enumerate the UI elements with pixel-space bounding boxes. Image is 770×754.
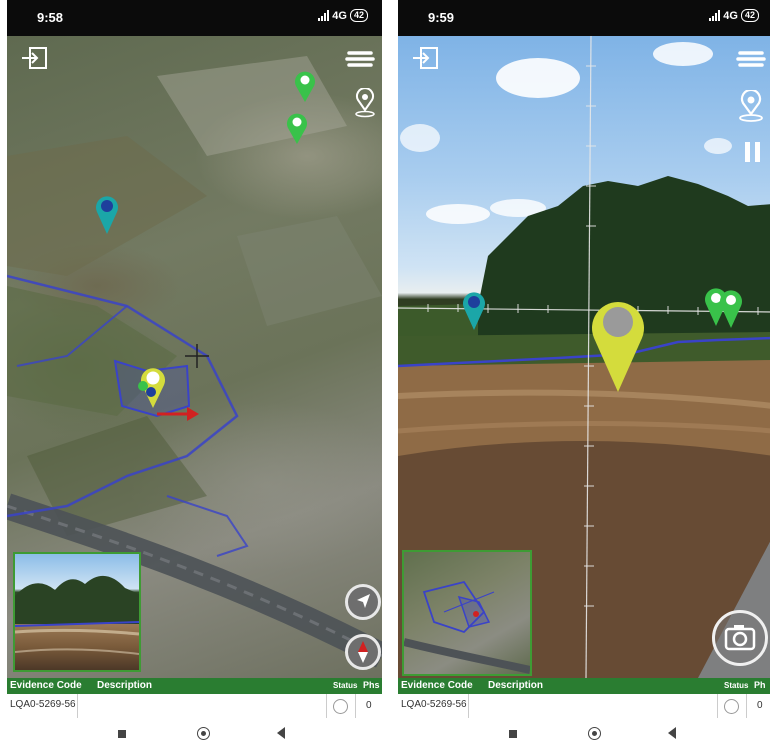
cloud bbox=[400, 124, 440, 152]
status-bar: 9:58 4G 42 bbox=[7, 0, 382, 36]
exit-icon[interactable] bbox=[21, 46, 49, 72]
cloud bbox=[653, 42, 713, 66]
pause-icon[interactable] bbox=[742, 140, 764, 164]
clock: 9:59 bbox=[428, 10, 455, 25]
table-row[interactable]: LQA0-5269-56 0 bbox=[7, 694, 382, 719]
camera-icon bbox=[724, 625, 756, 651]
back-icon[interactable] bbox=[277, 727, 285, 739]
column-evidence-code[interactable]: Evidence Code bbox=[401, 680, 473, 691]
cloud bbox=[426, 204, 490, 224]
compass-arrow-icon bbox=[357, 594, 370, 608]
location-pin-icon[interactable] bbox=[736, 90, 766, 122]
status-indicator[interactable] bbox=[333, 699, 348, 714]
recents-icon[interactable] bbox=[509, 730, 517, 738]
location-pin-icon[interactable] bbox=[353, 88, 377, 118]
marker-green-icon bbox=[287, 113, 307, 144]
battery-level: 42 bbox=[740, 9, 759, 22]
phone-screen-map: 9:58 4G 42 Evidence Code Description Sta… bbox=[7, 0, 382, 754]
navigate-button[interactable] bbox=[345, 584, 381, 620]
column-status[interactable]: Status bbox=[724, 681, 748, 690]
system-nav-bar bbox=[7, 718, 382, 754]
phase-count: 0 bbox=[366, 700, 372, 711]
camera-button[interactable] bbox=[712, 610, 768, 666]
column-divider bbox=[326, 694, 327, 718]
system-nav-bar bbox=[398, 718, 770, 754]
clock: 9:58 bbox=[37, 10, 64, 25]
column-status[interactable]: Status bbox=[333, 681, 357, 690]
compass-needle-icon bbox=[358, 641, 368, 663]
column-description[interactable]: Description bbox=[488, 680, 543, 691]
column-divider bbox=[468, 694, 469, 718]
column-divider bbox=[355, 694, 356, 718]
column-phase[interactable]: Ph bbox=[754, 680, 766, 690]
marker-green-small-icon bbox=[138, 381, 148, 391]
table-header: Evidence Code Description Status Phs bbox=[7, 678, 382, 694]
minimap-image bbox=[404, 580, 530, 674]
parcel-boundary bbox=[166, 495, 249, 557]
cloud bbox=[496, 58, 580, 98]
evidence-table: Evidence Code Description Status Phs LQA… bbox=[7, 678, 382, 719]
signal-indicator: 4G 42 bbox=[709, 9, 759, 22]
table-row[interactable]: LQA0-5269-56 0 bbox=[398, 694, 770, 719]
home-icon[interactable] bbox=[197, 727, 210, 740]
network-type: 4G bbox=[332, 9, 347, 22]
satellite-map[interactable] bbox=[7, 36, 382, 678]
signal-indicator: 4G 42 bbox=[318, 9, 368, 22]
network-type: 4G bbox=[723, 9, 738, 22]
status-bar: 9:59 4G 42 bbox=[398, 0, 770, 36]
ar-preview-image bbox=[15, 575, 139, 655]
recents-icon[interactable] bbox=[118, 730, 126, 738]
phone-screen-ar: 9:59 4G 42 Evidence Code Description Sta… bbox=[398, 0, 770, 754]
phase-count: 0 bbox=[757, 700, 763, 711]
signal-bars-icon bbox=[709, 10, 721, 21]
ar-preview-thumbnail[interactable] bbox=[13, 552, 141, 672]
evidence-table: Evidence Code Description Status Ph LQA0… bbox=[398, 678, 770, 719]
heading-arrow-icon bbox=[187, 407, 199, 421]
back-icon[interactable] bbox=[668, 727, 676, 739]
home-icon[interactable] bbox=[588, 727, 601, 740]
crosshair-icon bbox=[185, 344, 209, 368]
column-divider bbox=[77, 694, 78, 718]
camera-ar-view[interactable] bbox=[398, 36, 770, 678]
column-description[interactable]: Description bbox=[97, 680, 152, 691]
layers-icon[interactable] bbox=[345, 50, 375, 70]
marker-blue-small-icon bbox=[146, 387, 156, 397]
column-phase[interactable]: Phs bbox=[363, 680, 380, 690]
layers-icon[interactable] bbox=[736, 50, 766, 70]
minimap-thumbnail[interactable] bbox=[402, 550, 532, 676]
signal-bars-icon bbox=[318, 10, 330, 21]
battery-level: 42 bbox=[349, 9, 368, 22]
column-evidence-code[interactable]: Evidence Code bbox=[10, 680, 82, 691]
column-divider bbox=[717, 694, 718, 718]
cloud bbox=[704, 138, 732, 154]
evidence-code-cell: LQA0-5269-56 bbox=[401, 699, 467, 710]
exit-icon[interactable] bbox=[412, 46, 440, 72]
column-divider bbox=[746, 694, 747, 718]
status-indicator[interactable] bbox=[724, 699, 739, 714]
compass-button[interactable] bbox=[345, 634, 381, 670]
table-header: Evidence Code Description Status Ph bbox=[398, 678, 770, 694]
evidence-code-cell: LQA0-5269-56 bbox=[10, 699, 76, 710]
